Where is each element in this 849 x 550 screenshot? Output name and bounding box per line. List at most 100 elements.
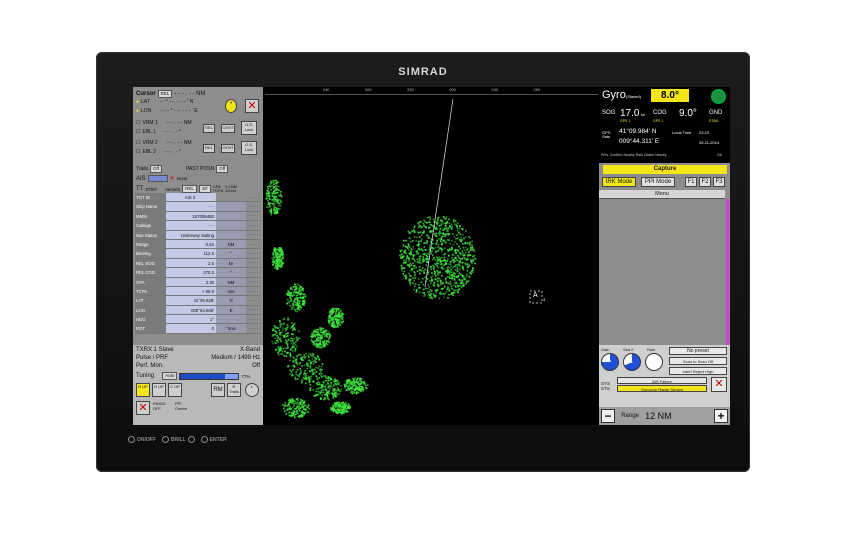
radar-echo-dot xyxy=(345,405,347,407)
ppi-mode-button[interactable]: PPI Mode xyxy=(641,177,675,187)
vrm1-os-lock-button[interactable]: O.S. Lock xyxy=(241,121,257,135)
radar-echo-dot xyxy=(448,293,450,296)
vectors-rel-button[interactable]: REL xyxy=(182,185,197,193)
r-trails-button[interactable]: R Trails xyxy=(227,383,241,397)
north-up-button[interactable]: N UP xyxy=(136,383,150,397)
range-increase-button[interactable]: + xyxy=(713,409,728,423)
table-unit: E xyxy=(216,305,246,315)
vrm2-os-lock-button[interactable]: O.S. Lock xyxy=(241,141,257,155)
alarm-mute-icon[interactable]: ✕ xyxy=(245,99,259,113)
head-up-button[interactable]: H UP xyxy=(152,383,166,397)
vrm1-checkbox[interactable]: ☐ xyxy=(136,120,140,126)
brightness-dial-icon[interactable]: ◐ xyxy=(245,383,259,397)
gyro-failure-alert[interactable]: Gyrocmp Radar Sensor xyxy=(617,385,707,392)
vrm2-checkbox[interactable]: ☐ xyxy=(136,140,140,146)
enter-button[interactable]: ENTER xyxy=(200,436,227,443)
radar-echo-dot xyxy=(419,257,421,259)
radar-echo-dot xyxy=(341,321,344,324)
alarm-ack-icon[interactable]: ✕ xyxy=(711,377,727,392)
radar-echo-dot xyxy=(335,307,337,310)
radar-echo-dot xyxy=(334,402,337,405)
radar-echo-dot xyxy=(320,387,323,390)
radar-echo-dot xyxy=(459,268,461,270)
ebl2-checkbox[interactable]: ☐ xyxy=(136,149,140,155)
rm-button[interactable]: RM xyxy=(211,383,225,397)
tuning-auto-button[interactable]: Auto xyxy=(162,372,178,380)
radar-echo-dot xyxy=(460,282,463,285)
right-panel: Gyro (Slaved) 8.0° SOG 17.0 kn COG 9.0° … xyxy=(599,87,730,425)
radar-echo-dot xyxy=(270,209,272,211)
menu-button[interactable]: Menu xyxy=(599,190,725,199)
table-dashes: - - - - xyxy=(249,288,259,294)
ebl1-checkbox[interactable]: ☐ xyxy=(136,129,140,135)
table-unit: min xyxy=(216,286,246,296)
ais-failure-alert[interactable]: AIS Failure xyxy=(617,377,707,384)
status-indicator-icon[interactable] xyxy=(711,89,726,104)
radar-echo-dot xyxy=(434,271,436,273)
menu-scrollbar[interactable] xyxy=(726,199,729,345)
radar-echo-dot xyxy=(403,261,406,264)
radar-echo-dot xyxy=(443,285,446,288)
table-dashes: - - - - xyxy=(249,213,259,219)
radar-echo-dot xyxy=(340,385,342,387)
radar-echo-dot xyxy=(418,255,420,258)
radar-echo-dot xyxy=(294,301,297,304)
stab-label: STAB xyxy=(709,119,718,123)
range-decrease-button[interactable]: − xyxy=(601,409,615,423)
radar-echo-dot xyxy=(463,278,465,281)
radar-echo-dot xyxy=(289,349,292,351)
capture-button[interactable]: Capture xyxy=(603,165,727,174)
irk-mode-button[interactable]: IRK Mode xyxy=(602,177,636,187)
radar-echo-dot xyxy=(311,332,313,335)
radar-echo-dot xyxy=(468,242,471,245)
past-posn-select[interactable]: Off xyxy=(216,165,229,173)
power-button[interactable]: ON/OFF xyxy=(128,436,156,443)
f2-button[interactable]: F2 xyxy=(699,177,711,187)
rings-off-icon[interactable]: ✕ xyxy=(136,401,150,415)
f1-button[interactable]: F1 xyxy=(685,177,697,187)
brill-button[interactable]: BRILL xyxy=(161,436,195,443)
ais-toggle[interactable] xyxy=(147,175,168,182)
radar-echo-dot xyxy=(448,282,450,285)
vrm1-rel-button[interactable]: REL xyxy=(203,124,215,133)
radar-echo-dot xyxy=(270,188,272,191)
radar-ppi-view[interactable]: 240 300 330 000 030 060 A 3 xyxy=(265,87,598,425)
sys-sts-label[interactable]: SYS STS xyxy=(601,381,611,391)
radar-echo-dot xyxy=(296,287,298,290)
scan-to-scan-select[interactable]: Scan to Scan Off xyxy=(669,357,727,365)
ais-row: AIS ✕ None xyxy=(136,175,187,182)
radar-echo-dot xyxy=(424,221,427,223)
radar-echo-dot xyxy=(293,400,295,402)
trails-select[interactable]: Off xyxy=(150,165,162,173)
radar-echo-dot xyxy=(435,243,437,246)
radar-echo-dot xyxy=(278,199,280,201)
course-up-button[interactable]: C UP xyxy=(168,383,182,397)
radar-echo-dot xyxy=(302,376,305,379)
table-dashes: - - - - xyxy=(249,307,259,313)
radar-echo-dot xyxy=(421,226,423,228)
table-key: TCPA xyxy=(135,286,166,296)
preset-select[interactable]: No preset xyxy=(669,347,727,355)
radar-echo-dot xyxy=(452,294,454,296)
vrm2-cent-button[interactable]: CENT xyxy=(221,144,235,153)
vrm1-cent-button[interactable]: CENT xyxy=(221,124,235,133)
vrm2-rel-button[interactable]: REL xyxy=(203,144,215,153)
vectors-time-select[interactable]: 10' xyxy=(198,185,211,193)
radar-echo-dot xyxy=(447,258,449,260)
table-key: Ship Name xyxy=(135,202,166,211)
tgt-id-value[interactable]: AIS 3 xyxy=(166,193,216,202)
radar-echo-dot xyxy=(402,273,404,275)
cursor-rel-button[interactable]: REL xyxy=(157,90,173,98)
radar-echo-dot xyxy=(453,284,455,287)
radar-echo-dot xyxy=(320,396,322,399)
rain-dial[interactable] xyxy=(645,353,663,371)
radar-echo-dot xyxy=(420,262,423,264)
interf-reject-select[interactable]: Interf Reject High xyxy=(669,367,727,375)
radar-echo-dot xyxy=(285,339,287,342)
tuning-slider[interactable] xyxy=(179,372,240,380)
radar-echo-dot xyxy=(288,411,291,413)
f3-button[interactable]: F3 xyxy=(713,177,725,187)
radar-echo-dot xyxy=(436,269,438,272)
radar-echo-dot xyxy=(315,330,317,333)
sun-icon[interactable]: ☀ xyxy=(225,99,237,113)
